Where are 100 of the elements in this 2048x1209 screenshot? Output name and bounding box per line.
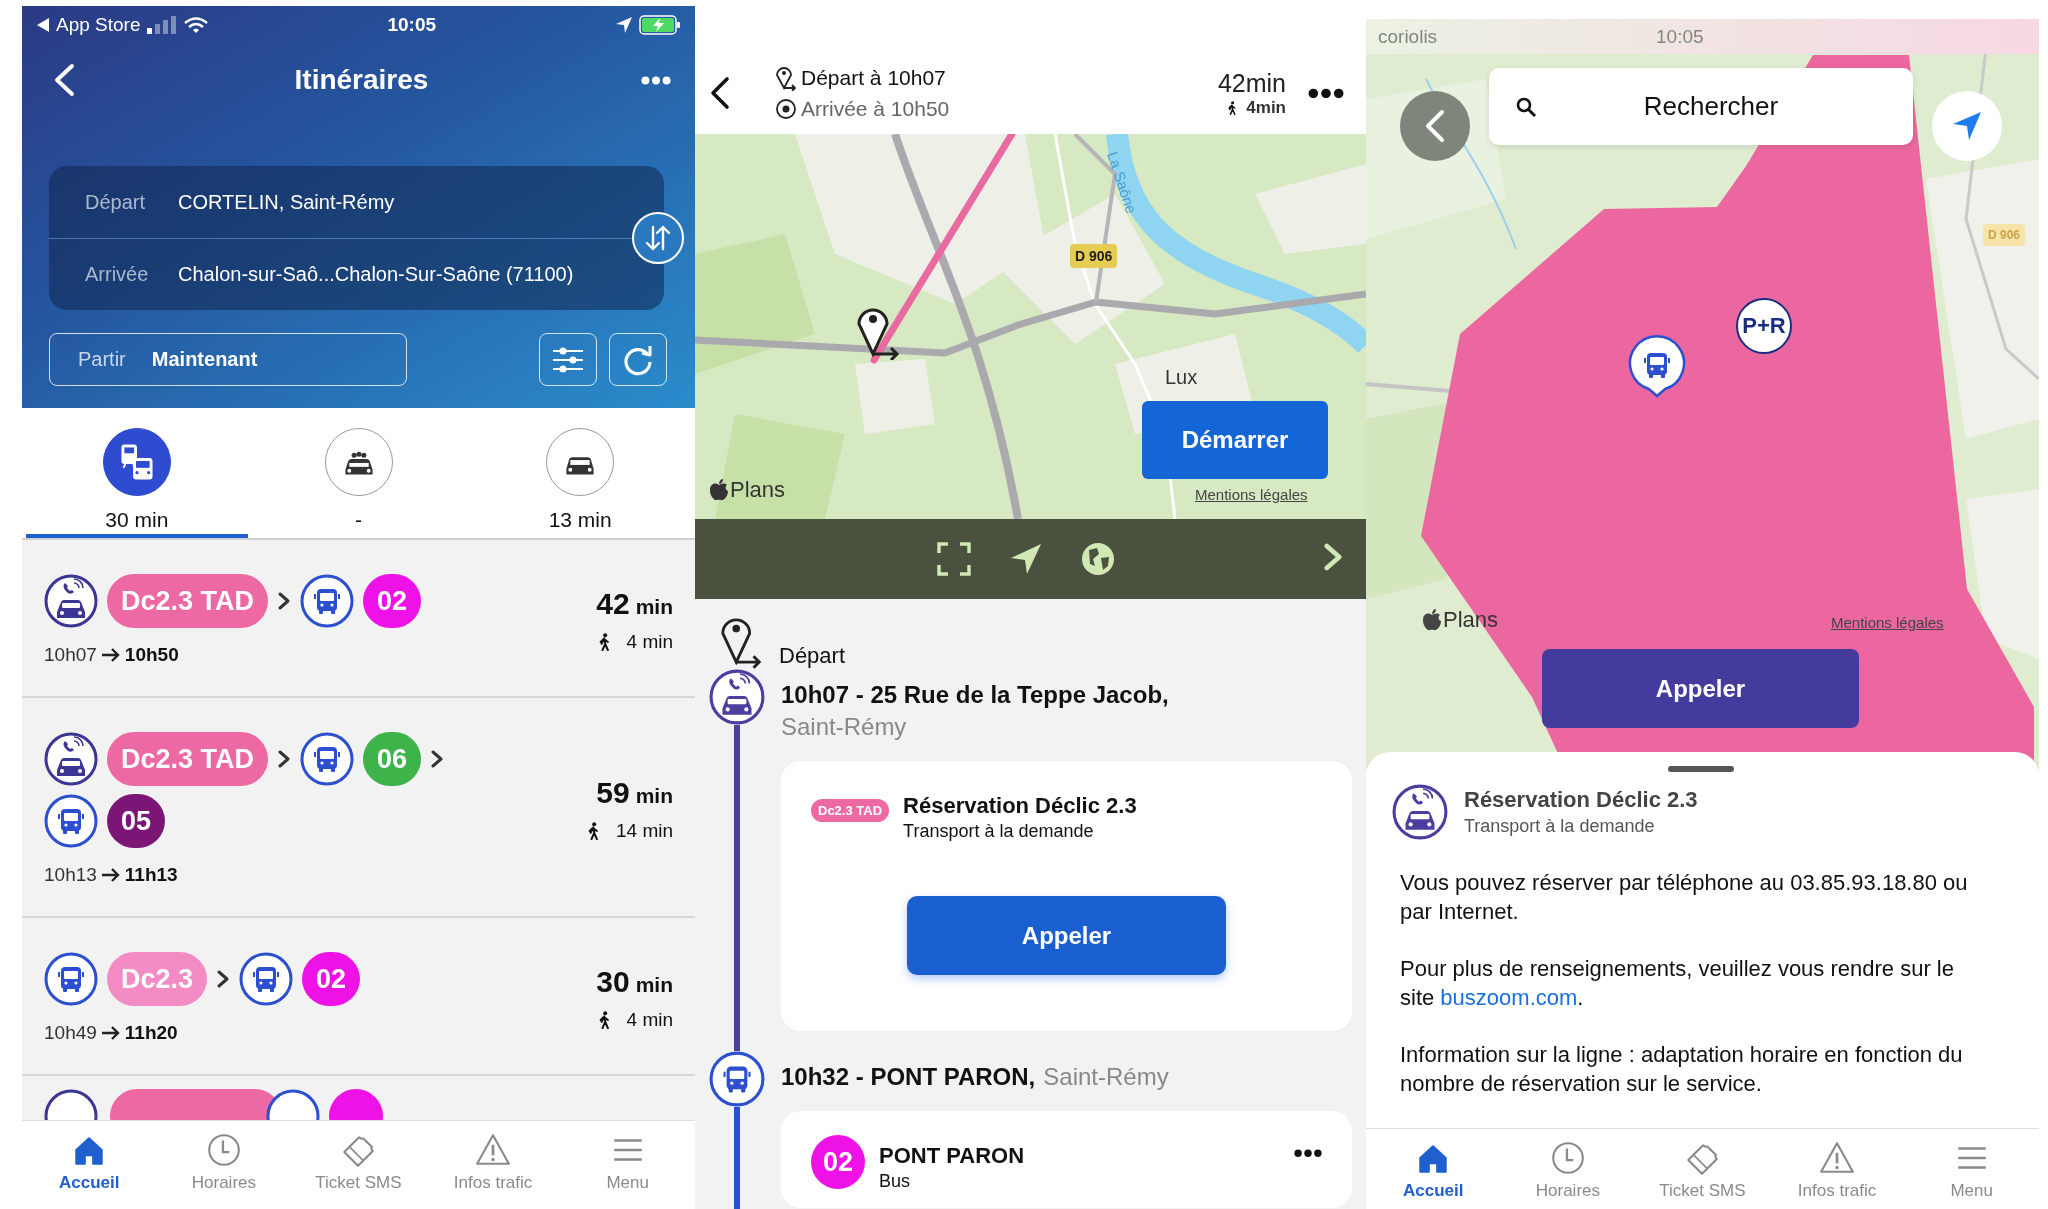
legal-link[interactable]: Mentions légales [1195,486,1308,503]
walking-person-icon [597,1011,611,1029]
swap-arrows-icon [643,223,673,253]
apple-icon [1422,609,1442,631]
chevron-right-icon [277,749,292,769]
arrow-right-icon [100,1025,121,1041]
tab-bar-item[interactable]: Ticket SMS [291,1121,426,1209]
tab-bar-item[interactable]: Horaires [156,1121,292,1209]
line-badge: 02 [811,1135,865,1189]
duration-value: 59 [596,776,630,810]
departure-time-field[interactable]: Partir Maintenant [49,333,407,386]
duration-value: 30 [596,965,630,999]
more-options-icon[interactable] [641,75,671,85]
departure-value[interactable]: CORTELIN, Saint-Rémy [178,190,395,214]
bus-icon [239,952,294,1006]
line-badge: 06 [363,732,422,786]
filter-button[interactable] [539,333,597,386]
tab-bar-item[interactable]: Infos trafic [425,1121,561,1209]
walking-person-icon [597,633,611,651]
call-button[interactable]: Appeler [1542,649,1859,728]
target-icon [775,98,797,120]
battery-charging-icon [639,15,681,35]
leg-subtitle: Bus [879,1171,912,1192]
tab-bar-item[interactable]: Ticket SMS [1635,1129,1770,1209]
tab-bar-item[interactable]: Infos trafic [1769,1129,1905,1209]
chevron-right-icon [277,591,292,611]
place-label: Lux [1165,366,1198,389]
line-badge: Dc2.3 TAD [107,732,269,786]
location-arrow-icon [615,16,633,34]
bus-icon [44,794,98,848]
more-options-icon[interactable] [1308,87,1344,99]
arrival-time: 11h20 [124,1022,178,1044]
departure-time: 10h49 [44,1022,97,1044]
swap-button[interactable] [632,212,684,264]
back-icon[interactable] [709,76,731,110]
transport-mode-tab[interactable]: 30 min [26,408,248,538]
departure-time: Départ à 10h07 [801,66,946,90]
arrival-value[interactable]: Chalon-sur-Saô...Chalon-Sur-Saône (71100) [178,263,574,286]
line-badge: 05 [107,794,166,848]
back-app-label[interactable]: App Store [56,14,141,36]
bus-icon [300,574,355,628]
line-badge: Dc2.3 [107,952,208,1006]
stop-city: Saint-Rémy [781,712,907,742]
signal-icon [146,16,177,34]
trip-duration: 42min [1217,68,1286,98]
stop-city: Saint-Rémy [1043,1062,1169,1092]
sheet-title: Réservation Déclic 2.3 [1464,787,1698,813]
bus-stop-marker-icon[interactable] [1627,334,1687,398]
navigation-arrow-icon[interactable] [1009,542,1043,576]
phone-car-icon [44,574,98,628]
duration-unit: min [635,784,673,808]
call-button[interactable]: Appeler [907,896,1226,975]
transport-mode-tab[interactable]: - [247,408,470,538]
road-label: D 906 [1070,244,1118,268]
departure-time: 10h07 [44,644,97,666]
chevron-right-icon [216,969,231,989]
website-link[interactable]: buszoom.com [1440,985,1578,1010]
walk-duration: 4 min [626,1009,673,1031]
chevron-right-icon [430,749,445,769]
start-button[interactable]: Démarrer [1142,401,1328,479]
refresh-button[interactable] [609,333,667,386]
legal-link[interactable]: Mentions légales [1831,614,1944,631]
fullscreen-icon[interactable] [937,542,971,576]
tab-bar-item[interactable]: Accueil [1366,1129,1501,1209]
leg-title: PONT PARON [879,1143,1025,1169]
wifi-icon [182,16,209,34]
duration-value: 42 [596,587,630,621]
duration-unit: min [635,973,673,997]
bus-icon [44,952,98,1006]
departure-label: Départ [85,190,147,214]
tab-bar-item[interactable]: Menu [560,1121,695,1209]
back-triangle-icon[interactable] [36,17,50,33]
stop-time-address: 10h32 - PONT PARON, [781,1062,1036,1092]
tab-bar-item[interactable]: Accueil [22,1121,157,1209]
duration-unit: min [635,595,673,619]
bus-icon [300,732,355,786]
tab-bar-item[interactable]: Menu [1904,1129,2039,1209]
departure-time: 10h13 [44,864,97,886]
arrival-time: Arrivée à 10h50 [801,97,950,121]
carrier-label: coriolis [1378,25,1438,48]
status-time: 10:05 [1656,25,1704,48]
info-paragraph: Information sur la ligne : adaptation horaire en fonction du nombre de réservation sur le service. [1400,1041,1964,1098]
arrival-label: Arrivée [85,263,150,286]
status-time: 10:05 [387,14,437,36]
back-icon[interactable] [52,63,76,97]
more-options-icon[interactable] [1294,1148,1322,1157]
walking-person-icon [587,822,600,840]
search-field[interactable]: Rechercher [1489,68,1913,145]
line-badge: 02 [302,952,361,1006]
tab-bar-item[interactable]: Horaires [1500,1129,1636,1209]
screen-title: Itinéraires [294,64,429,96]
line-badge: 02 [363,574,422,628]
globe-icon[interactable] [1081,542,1115,576]
sheet-subtitle: Transport à la demande [1464,816,1656,837]
transport-mode-tab[interactable]: 13 min [469,408,691,538]
sheet-handle[interactable] [1667,766,1734,772]
info-paragraph: Pour plus de renseignements, veuillez vous rendre sur le site buszoom.com. [1400,955,1955,1012]
arrival-time: 11h13 [124,864,178,886]
walk-duration: 4 min [626,631,673,653]
leg-title: Réservation Déclic 2.3 [903,793,1137,819]
